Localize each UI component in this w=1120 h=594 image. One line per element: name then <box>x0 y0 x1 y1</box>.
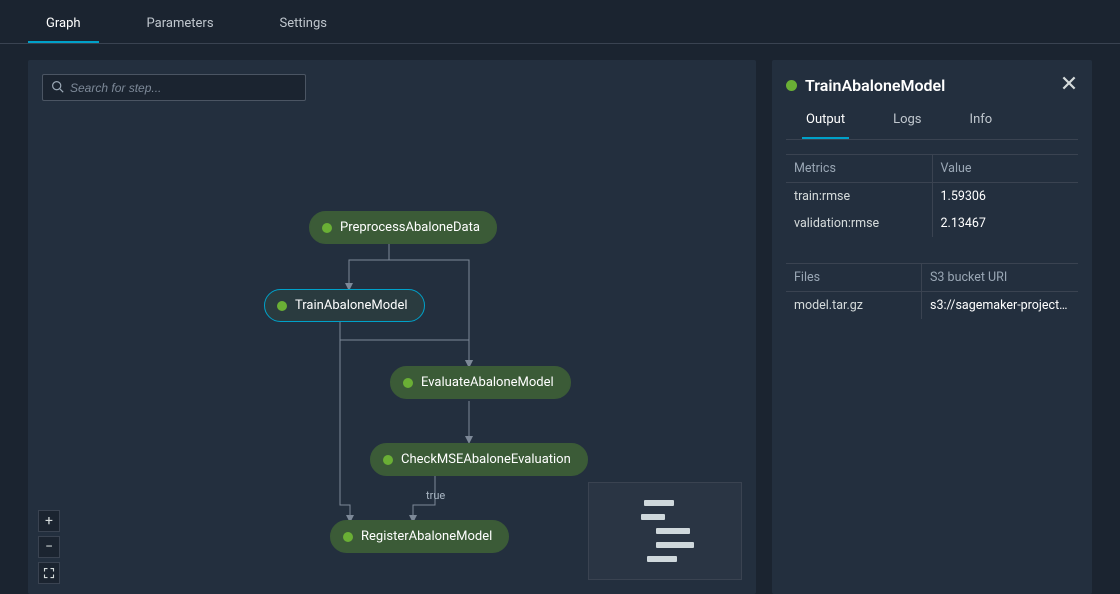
status-dot-icon <box>322 223 332 233</box>
sub-tab-logs[interactable]: Logs <box>889 102 925 139</box>
table-row[interactable]: model.tar.gz s3://sagemaker-project-p-k.… <box>786 292 1078 320</box>
status-dot-icon <box>383 455 393 465</box>
file-uri: s3://sagemaker-project-p-k... <box>922 292 1079 320</box>
metric-value: 1.59306 <box>932 183 1078 211</box>
node-label: PreprocessAbaloneData <box>340 220 480 235</box>
minimap-icon <box>636 500 694 562</box>
detail-panel: TrainAbaloneModel Output Logs Info Metri… <box>772 60 1092 594</box>
node-label: EvaluateAbaloneModel <box>421 375 554 390</box>
status-dot-icon <box>403 378 413 388</box>
detail-sub-tabs: Output Logs Info <box>786 102 1078 140</box>
top-tab-bar: Graph Parameters Settings <box>0 0 1120 44</box>
close-icon <box>1060 77 1078 96</box>
zoom-fit-button[interactable] <box>38 562 60 584</box>
node-label: TrainAbaloneModel <box>295 298 408 313</box>
status-dot-icon <box>343 532 353 542</box>
graph-panel: PreprocessAbaloneData TrainAbaloneModel … <box>28 60 756 594</box>
node-preprocess[interactable]: PreprocessAbaloneData <box>309 211 497 244</box>
node-evaluate[interactable]: EvaluateAbaloneModel <box>390 366 571 399</box>
zoom-in-button[interactable]: + <box>38 510 60 532</box>
table-row[interactable]: train:rmse 1.59306 <box>786 183 1078 211</box>
tab-settings[interactable]: Settings <box>262 6 345 43</box>
metric-value: 2.13467 <box>932 210 1078 237</box>
metrics-header-value: Value <box>932 155 1078 183</box>
files-table: Files S3 bucket URI model.tar.gz s3://sa… <box>786 263 1078 319</box>
metrics-table: Metrics Value train:rmse 1.59306 validat… <box>786 154 1078 237</box>
tab-graph[interactable]: Graph <box>28 6 99 43</box>
node-label: RegisterAbaloneModel <box>361 529 492 544</box>
node-label: CheckMSEAbaloneEvaluation <box>401 452 571 467</box>
close-button[interactable] <box>1060 74 1078 96</box>
detail-title-text: TrainAbaloneModel <box>805 76 945 95</box>
minus-icon: − <box>45 539 53 555</box>
status-dot-icon <box>277 301 287 311</box>
sub-tab-info[interactable]: Info <box>966 102 997 139</box>
files-header-uri: S3 bucket URI <box>922 264 1079 292</box>
node-register[interactable]: RegisterAbaloneModel <box>330 520 509 553</box>
expand-icon <box>43 567 55 579</box>
node-train[interactable]: TrainAbaloneModel <box>264 289 425 322</box>
metrics-header-name: Metrics <box>786 155 932 183</box>
file-name: model.tar.gz <box>786 292 922 320</box>
files-header-name: Files <box>786 264 922 292</box>
zoom-out-button[interactable]: − <box>38 536 60 558</box>
tab-parameters[interactable]: Parameters <box>129 6 232 43</box>
node-check[interactable]: CheckMSEAbaloneEvaluation <box>370 443 588 476</box>
plus-icon: + <box>45 513 53 529</box>
zoom-controls: + − <box>38 510 60 584</box>
detail-title: TrainAbaloneModel <box>786 76 945 95</box>
edge-label-true: true <box>426 489 445 502</box>
sub-tab-output[interactable]: Output <box>802 102 849 139</box>
metric-name: validation:rmse <box>786 210 932 237</box>
minimap[interactable] <box>588 482 742 580</box>
table-row[interactable]: validation:rmse 2.13467 <box>786 210 1078 237</box>
status-dot-icon <box>786 80 797 91</box>
metric-name: train:rmse <box>786 183 932 211</box>
